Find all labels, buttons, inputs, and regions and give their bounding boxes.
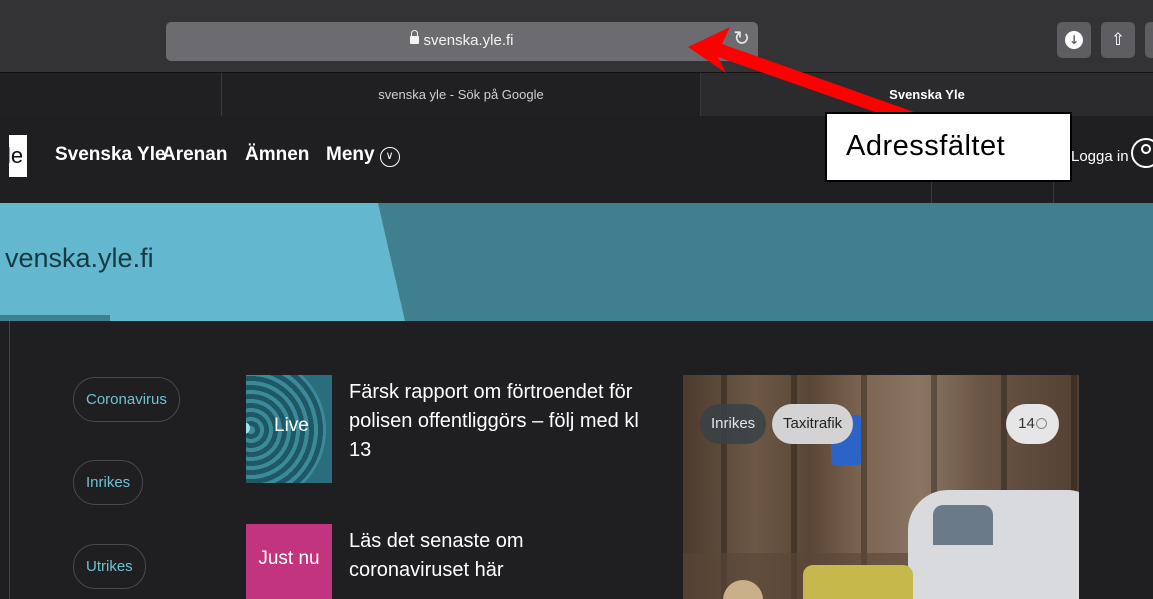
nav-arenan[interactable]: Arenan [162, 144, 227, 166]
comment-icon [1035, 418, 1047, 429]
tab-1[interactable] [0, 73, 221, 117]
nav-meny[interactable]: Meny ∨ [326, 144, 400, 167]
tab-label: svenska yle - Sök på Google [378, 87, 544, 102]
lock-icon [410, 30, 420, 44]
nav-amnen[interactable]: Ämnen [245, 144, 309, 166]
page-banner: venska.yle.fi [0, 203, 1153, 321]
nav-meny-label: Meny [326, 144, 375, 165]
nav-svenska-yle[interactable]: Svenska Yle [55, 144, 166, 166]
justnu-thumbnail[interactable]: Just nu [246, 524, 332, 599]
download-icon: ↓ [1065, 31, 1083, 49]
photo-taxi [803, 565, 913, 599]
content-divider [9, 321, 10, 599]
live-thumbnail[interactable]: Live [246, 375, 332, 483]
topic-utrikes[interactable]: Utrikes [73, 544, 146, 589]
tab-google-search[interactable]: svenska yle - Sök på Google [221, 73, 700, 117]
tag-inrikes[interactable]: Inrikes [700, 404, 767, 444]
yle-logo[interactable]: le [9, 135, 27, 177]
live-badge: Live [274, 415, 309, 436]
tag-taxitrafik[interactable]: Taxitrafik [772, 404, 854, 444]
reload-icon[interactable]: ↻ [733, 29, 750, 49]
login-link[interactable]: Logga in [1071, 148, 1129, 165]
banner-shape [0, 203, 405, 321]
photo-van-window [933, 505, 993, 545]
tab-svenska-yle[interactable]: Svenska Yle [700, 73, 1153, 117]
share-button[interactable]: ⇧ [1101, 22, 1135, 58]
logo-text: le [9, 143, 24, 168]
annotation-callout: Adressfältet [825, 112, 1072, 182]
url-text: svenska.yle.fi [423, 32, 514, 49]
address-bar-url: svenska.yle.fi [166, 30, 758, 49]
address-bar[interactable]: svenska.yle.fi ↻ [166, 22, 758, 61]
comment-count: 14 [1018, 415, 1035, 432]
share-icon: ⇧ [1110, 30, 1126, 50]
user-icon[interactable] [1131, 138, 1153, 168]
featured-article-image[interactable]: Inrikes Taxitrafik 14 [683, 375, 1079, 599]
tab-label: Svenska Yle [889, 87, 965, 102]
headline-coronavirus[interactable]: Läs det senaste om coronaviruset här [349, 527, 639, 585]
annotation-label: Adressfältet [846, 130, 1006, 162]
chevron-down-icon: ∨ [379, 147, 400, 167]
justnu-badge: Just nu [258, 548, 320, 569]
headline-police-report[interactable]: Färsk rapport om förtroendet för polisen… [349, 378, 639, 465]
toolbar-button-partial[interactable] [1145, 22, 1153, 58]
topic-inrikes[interactable]: Inrikes [73, 460, 144, 505]
tab-strip: svenska yle - Sök på Google Svenska Yle [0, 72, 1153, 117]
browser-toolbar: svenska.yle.fi ↻ ↓ ⇧ [0, 0, 1153, 72]
page-title: venska.yle.fi [5, 243, 154, 273]
comment-count-button[interactable]: 14 [1006, 404, 1059, 444]
topic-coronavirus[interactable]: Coronavirus [73, 377, 180, 422]
downloads-button[interactable]: ↓ [1057, 22, 1091, 58]
